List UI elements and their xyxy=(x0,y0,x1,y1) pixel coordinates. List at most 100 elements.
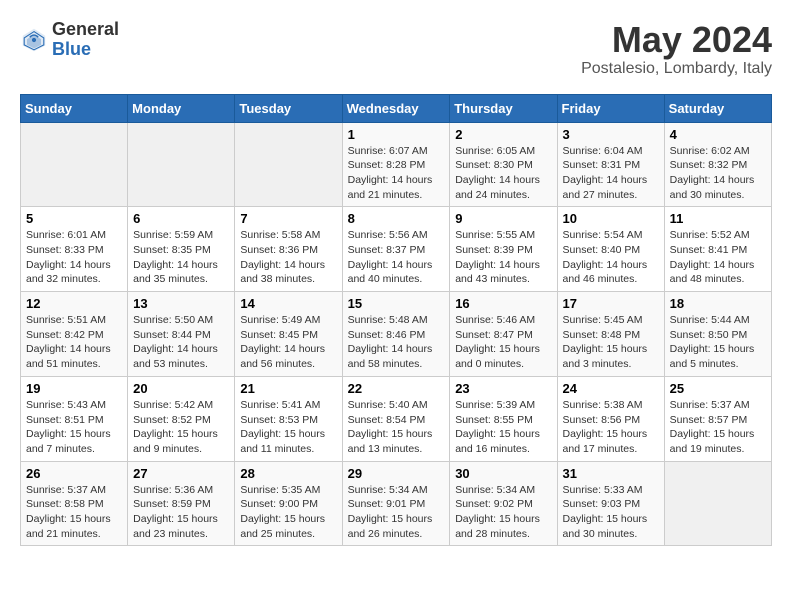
day-info: Sunrise: 6:04 AM Sunset: 8:31 PM Dayligh… xyxy=(563,144,659,203)
day-number: 3 xyxy=(563,127,659,142)
calendar-cell: 16Sunrise: 5:46 AM Sunset: 8:47 PM Dayli… xyxy=(450,292,557,377)
column-header-sunday: Sunday xyxy=(21,94,128,122)
calendar-cell: 25Sunrise: 5:37 AM Sunset: 8:57 PM Dayli… xyxy=(664,376,771,461)
day-number: 22 xyxy=(348,381,445,396)
calendar-cell: 12 Sunrise: 5:51 AM Sunset: 8:42 PM Dayli… xyxy=(21,292,128,377)
day-number: 21 xyxy=(240,381,336,396)
day-number: 7 xyxy=(240,211,336,226)
day-number: 8 xyxy=(348,211,445,226)
day-info: Sunrise: 5:41 AM Sunset: 8:53 PM Dayligh… xyxy=(240,398,336,457)
logo-icon xyxy=(20,26,48,54)
calendar-cell: 9 Sunrise: 5:55 AM Sunset: 8:39 PM Daylig… xyxy=(450,207,557,292)
day-number: 12 xyxy=(26,296,122,311)
day-number: 31 xyxy=(563,466,659,481)
calendar-cell: 11 Sunrise: 5:52 AM Sunset: 8:41 PM Dayli… xyxy=(664,207,771,292)
logo-text: General Blue xyxy=(52,20,119,60)
day-info: Sunrise: 5:44 AM Sunset: 8:50 PM Dayligh… xyxy=(670,313,766,372)
calendar-cell: 23 Sunrise: 5:39 AM Sunset: 8:55 PM Dayli… xyxy=(450,376,557,461)
day-info: Sunrise: 6:02 AM Sunset: 8:32 PM Dayligh… xyxy=(670,144,766,203)
logo-general: General xyxy=(52,20,119,40)
day-info: Sunrise: 5:35 AM Sunset: 9:00 PM Dayligh… xyxy=(240,483,336,542)
calendar-cell: 15Sunrise: 5:48 AM Sunset: 8:46 PM Dayli… xyxy=(342,292,450,377)
calendar-cell: 22 Sunrise: 5:40 AM Sunset: 8:54 PM Dayli… xyxy=(342,376,450,461)
day-info: Sunrise: 5:37 AM Sunset: 8:58 PM Dayligh… xyxy=(26,483,122,542)
day-info: Sunrise: 5:37 AM Sunset: 8:57 PM Dayligh… xyxy=(670,398,766,457)
page-header: General Blue May 2024 Postalesio, Lombar… xyxy=(20,20,772,78)
day-number: 26 xyxy=(26,466,122,481)
day-info: Sunrise: 5:56 AM Sunset: 8:37 PM Dayligh… xyxy=(348,228,445,287)
day-info: Sunrise: 5:55 AM Sunset: 8:39 PM Dayligh… xyxy=(455,228,551,287)
day-info: Sunrise: 5:40 AM Sunset: 8:54 PM Dayligh… xyxy=(348,398,445,457)
day-info: Sunrise: 5:51 AM Sunset: 8:42 PM Dayligh… xyxy=(26,313,122,372)
calendar-cell: 18 Sunrise: 5:44 AM Sunset: 8:50 PM Dayli… xyxy=(664,292,771,377)
column-header-saturday: Saturday xyxy=(664,94,771,122)
logo: General Blue xyxy=(20,20,119,60)
day-number: 4 xyxy=(670,127,766,142)
day-number: 5 xyxy=(26,211,122,226)
calendar-cell: 20Sunrise: 5:42 AM Sunset: 8:52 PM Dayli… xyxy=(128,376,235,461)
day-number: 24 xyxy=(563,381,659,396)
calendar-subtitle: Postalesio, Lombardy, Italy xyxy=(581,60,772,78)
day-info: Sunrise: 6:07 AM Sunset: 8:28 PM Dayligh… xyxy=(348,144,445,203)
calendar-cell: 26 Sunrise: 5:37 AM Sunset: 8:58 PM Dayli… xyxy=(21,461,128,546)
calendar-cell: 30Sunrise: 5:34 AM Sunset: 9:02 PM Dayli… xyxy=(450,461,557,546)
day-number: 19 xyxy=(26,381,122,396)
day-info: Sunrise: 5:43 AM Sunset: 8:51 PM Dayligh… xyxy=(26,398,122,457)
day-info: Sunrise: 5:45 AM Sunset: 8:48 PM Dayligh… xyxy=(563,313,659,372)
day-number: 9 xyxy=(455,211,551,226)
calendar-table: SundayMondayTuesdayWednesdayThursdayFrid… xyxy=(20,94,772,547)
day-number: 28 xyxy=(240,466,336,481)
day-number: 18 xyxy=(670,296,766,311)
calendar-cell: 10 Sunrise: 5:54 AM Sunset: 8:40 PM Dayli… xyxy=(557,207,664,292)
calendar-cell: 13 Sunrise: 5:50 AM Sunset: 8:44 PM Dayli… xyxy=(128,292,235,377)
calendar-cell: 27Sunrise: 5:36 AM Sunset: 8:59 PM Dayli… xyxy=(128,461,235,546)
day-number: 10 xyxy=(563,211,659,226)
calendar-cell: 14Sunrise: 5:49 AM Sunset: 8:45 PM Dayli… xyxy=(235,292,342,377)
day-number: 11 xyxy=(670,211,766,226)
calendar-cell xyxy=(664,461,771,546)
day-info: Sunrise: 5:38 AM Sunset: 8:56 PM Dayligh… xyxy=(563,398,659,457)
day-number: 15 xyxy=(348,296,445,311)
calendar-cell: 17Sunrise: 5:45 AM Sunset: 8:48 PM Dayli… xyxy=(557,292,664,377)
day-info: Sunrise: 5:52 AM Sunset: 8:41 PM Dayligh… xyxy=(670,228,766,287)
calendar-cell: 6 Sunrise: 5:59 AM Sunset: 8:35 PM Daylig… xyxy=(128,207,235,292)
day-info: Sunrise: 5:34 AM Sunset: 9:01 PM Dayligh… xyxy=(348,483,445,542)
day-info: Sunrise: 5:39 AM Sunset: 8:55 PM Dayligh… xyxy=(455,398,551,457)
week-row-4: 19 Sunrise: 5:43 AM Sunset: 8:51 PM Dayli… xyxy=(21,376,772,461)
day-info: Sunrise: 5:59 AM Sunset: 8:35 PM Dayligh… xyxy=(133,228,229,287)
calendar-cell xyxy=(235,122,342,207)
day-info: Sunrise: 5:42 AM Sunset: 8:52 PM Dayligh… xyxy=(133,398,229,457)
day-info: Sunrise: 5:50 AM Sunset: 8:44 PM Dayligh… xyxy=(133,313,229,372)
week-row-1: 1 Sunrise: 6:07 AM Sunset: 8:28 PM Daylig… xyxy=(21,122,772,207)
column-header-monday: Monday xyxy=(128,94,235,122)
calendar-cell xyxy=(128,122,235,207)
calendar-body: 1 Sunrise: 6:07 AM Sunset: 8:28 PM Daylig… xyxy=(21,122,772,546)
day-number: 23 xyxy=(455,381,551,396)
column-header-thursday: Thursday xyxy=(450,94,557,122)
day-number: 1 xyxy=(348,127,445,142)
calendar-cell: 19 Sunrise: 5:43 AM Sunset: 8:51 PM Dayli… xyxy=(21,376,128,461)
calendar-cell: 7 Sunrise: 5:58 AM Sunset: 8:36 PM Daylig… xyxy=(235,207,342,292)
calendar-title: May 2024 xyxy=(581,20,772,60)
day-number: 6 xyxy=(133,211,229,226)
day-info: Sunrise: 5:54 AM Sunset: 8:40 PM Dayligh… xyxy=(563,228,659,287)
column-header-wednesday: Wednesday xyxy=(342,94,450,122)
day-number: 29 xyxy=(348,466,445,481)
day-number: 14 xyxy=(240,296,336,311)
calendar-cell: 29 Sunrise: 5:34 AM Sunset: 9:01 PM Dayli… xyxy=(342,461,450,546)
calendar-header-row: SundayMondayTuesdayWednesdayThursdayFrid… xyxy=(21,94,772,122)
day-info: Sunrise: 5:34 AM Sunset: 9:02 PM Dayligh… xyxy=(455,483,551,542)
day-number: 16 xyxy=(455,296,551,311)
day-number: 13 xyxy=(133,296,229,311)
day-info: Sunrise: 5:33 AM Sunset: 9:03 PM Dayligh… xyxy=(563,483,659,542)
week-row-3: 12 Sunrise: 5:51 AM Sunset: 8:42 PM Dayli… xyxy=(21,292,772,377)
day-info: Sunrise: 6:05 AM Sunset: 8:30 PM Dayligh… xyxy=(455,144,551,203)
calendar-cell: 28 Sunrise: 5:35 AM Sunset: 9:00 PM Dayli… xyxy=(235,461,342,546)
column-header-friday: Friday xyxy=(557,94,664,122)
logo-blue: Blue xyxy=(52,40,119,60)
day-info: Sunrise: 5:58 AM Sunset: 8:36 PM Dayligh… xyxy=(240,228,336,287)
day-number: 2 xyxy=(455,127,551,142)
week-row-5: 26 Sunrise: 5:37 AM Sunset: 8:58 PM Dayli… xyxy=(21,461,772,546)
calendar-cell: 24 Sunrise: 5:38 AM Sunset: 8:56 PM Dayli… xyxy=(557,376,664,461)
calendar-cell: 5Sunrise: 6:01 AM Sunset: 8:33 PM Daylig… xyxy=(21,207,128,292)
